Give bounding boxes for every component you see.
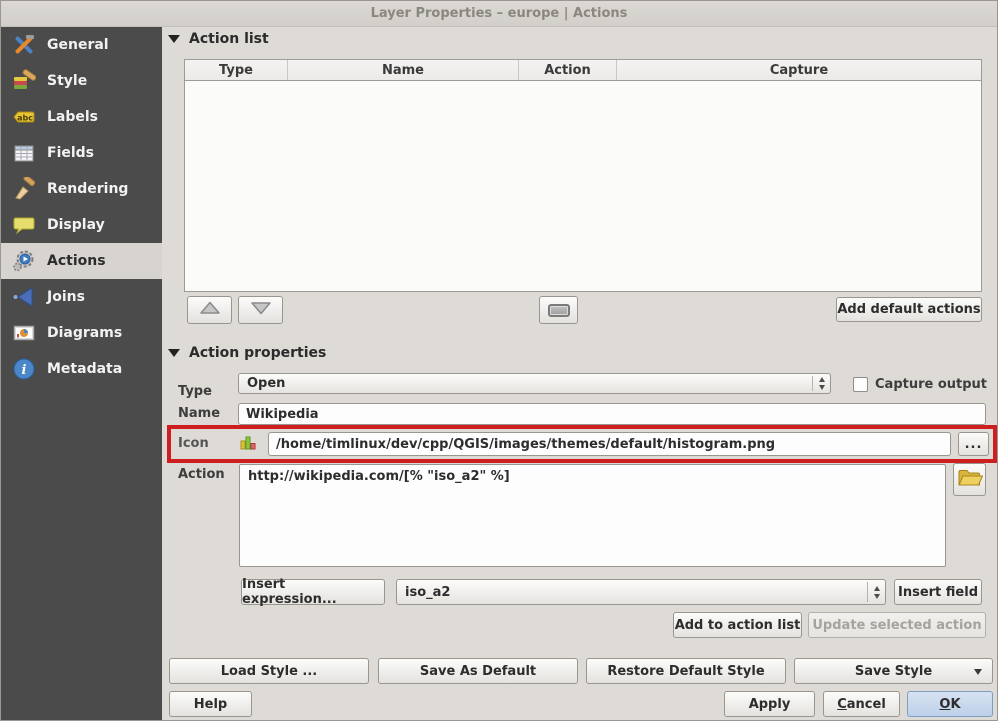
sidebar-item-style[interactable]: Style bbox=[1, 63, 162, 99]
insert-expression-button[interactable]: Insert expression... bbox=[241, 579, 385, 605]
sidebar-item-label: Style bbox=[47, 73, 87, 89]
action-list-section-header[interactable]: Action list bbox=[168, 31, 269, 47]
properties-sidebar: General Style abc Labels Fields Renderin… bbox=[1, 27, 162, 720]
action-list-table[interactable]: Type Name Action Capture bbox=[184, 59, 982, 292]
dropdown-arrow-icon bbox=[974, 669, 982, 675]
column-header-type[interactable]: Type bbox=[185, 60, 287, 80]
sidebar-item-diagrams[interactable]: Diagrams bbox=[1, 315, 162, 351]
restore-default-style-button[interactable]: Restore Default Style bbox=[586, 658, 786, 684]
action-name-input[interactable] bbox=[238, 403, 986, 425]
action-table-header-row: Type Name Action Capture bbox=[185, 60, 981, 81]
action-properties-section-header[interactable]: Action properties bbox=[168, 345, 326, 361]
up-triangle-icon bbox=[199, 301, 221, 319]
ok-label: OK bbox=[939, 697, 960, 712]
add-default-actions-button[interactable]: Add default actions bbox=[836, 297, 982, 322]
open-folder-icon bbox=[957, 467, 983, 493]
sidebar-item-actions[interactable]: Actions bbox=[1, 243, 162, 279]
sidebar-item-label: Rendering bbox=[47, 181, 128, 197]
svg-text:i: i bbox=[22, 363, 27, 378]
rendering-brush-icon bbox=[12, 177, 36, 201]
style-paintbrush-icon bbox=[12, 69, 36, 93]
insert-field-button[interactable]: Insert field bbox=[894, 579, 982, 605]
apply-button[interactable]: Apply bbox=[724, 691, 815, 717]
name-label: Name bbox=[178, 406, 220, 421]
sidebar-item-label: Labels bbox=[47, 109, 98, 125]
save-as-default-button[interactable]: Save As Default bbox=[378, 658, 578, 684]
capture-output-checkbox[interactable] bbox=[853, 377, 868, 392]
icon-path-input[interactable] bbox=[268, 432, 951, 456]
layer-properties-dialog: Layer Properties – europe | Actions Gene… bbox=[0, 0, 998, 721]
sidebar-item-label: Diagrams bbox=[47, 325, 122, 341]
save-style-button[interactable]: Save Style bbox=[794, 658, 993, 684]
update-selected-action-button[interactable]: Update selected action bbox=[808, 612, 986, 638]
cancel-label: Cancel bbox=[837, 697, 886, 712]
collapse-arrow-icon bbox=[168, 35, 180, 43]
action-type-dropdown[interactable]: Open bbox=[238, 373, 831, 394]
section-title: Action properties bbox=[189, 345, 326, 361]
sidebar-item-fields[interactable]: Fields bbox=[1, 135, 162, 171]
ok-button[interactable]: OK bbox=[907, 691, 993, 717]
sidebar-item-label: Metadata bbox=[47, 361, 122, 377]
type-label: Type bbox=[178, 384, 212, 399]
sidebar-item-rendering[interactable]: Rendering bbox=[1, 171, 162, 207]
sidebar-item-joins[interactable]: Joins bbox=[1, 279, 162, 315]
sidebar-item-label: Actions bbox=[47, 253, 106, 269]
remove-action-button[interactable] bbox=[539, 296, 578, 324]
column-header-name[interactable]: Name bbox=[287, 60, 518, 80]
sidebar-item-display[interactable]: Display bbox=[1, 207, 162, 243]
sidebar-item-label: Display bbox=[47, 217, 105, 233]
down-triangle-icon bbox=[250, 301, 272, 319]
selected-type-value: Open bbox=[247, 376, 285, 391]
sidebar-item-metadata[interactable]: i Metadata bbox=[1, 351, 162, 387]
diagrams-chart-icon bbox=[12, 321, 36, 345]
spinner-arrows-icon[interactable] bbox=[867, 582, 885, 602]
sidebar-item-label: Fields bbox=[47, 145, 94, 161]
browse-action-file-button[interactable] bbox=[953, 463, 986, 496]
save-style-label: Save Style bbox=[855, 664, 932, 679]
display-bubble-icon bbox=[12, 213, 36, 237]
add-to-action-list-button[interactable]: Add to action list bbox=[673, 612, 802, 638]
section-title: Action list bbox=[189, 31, 269, 47]
histogram-bars-icon bbox=[240, 434, 258, 455]
action-label: Action bbox=[178, 467, 225, 482]
collapse-arrow-icon bbox=[168, 349, 180, 357]
capture-output-label: Capture output bbox=[875, 377, 987, 392]
help-button[interactable]: Help bbox=[169, 691, 252, 717]
sidebar-item-general[interactable]: General bbox=[1, 27, 162, 63]
window-titlebar[interactable]: Layer Properties – europe | Actions bbox=[1, 1, 997, 27]
column-header-action[interactable]: Action bbox=[518, 60, 616, 80]
metadata-info-icon: i bbox=[12, 357, 36, 381]
selected-field-value: iso_a2 bbox=[405, 585, 450, 600]
move-up-button[interactable] bbox=[187, 296, 232, 324]
svg-text:abc: abc bbox=[17, 114, 33, 123]
labels-abc-icon: abc bbox=[12, 105, 36, 129]
browse-icon-button[interactable]: ... bbox=[958, 432, 989, 456]
action-text-area[interactable]: http://wikipedia.com/[% "iso_a2" %] bbox=[239, 464, 946, 567]
sidebar-item-labels[interactable]: abc Labels bbox=[1, 99, 162, 135]
remove-slot-icon bbox=[548, 304, 570, 317]
joins-icon bbox=[12, 285, 36, 309]
window-title: Layer Properties – europe | Actions bbox=[371, 6, 628, 21]
fields-table-icon bbox=[12, 141, 36, 165]
general-tools-icon bbox=[12, 33, 36, 57]
field-dropdown[interactable]: iso_a2 bbox=[396, 579, 886, 605]
move-down-button[interactable] bbox=[238, 296, 283, 324]
sidebar-item-label: Joins bbox=[47, 289, 85, 305]
column-header-capture[interactable]: Capture bbox=[616, 60, 981, 80]
icon-label: Icon bbox=[178, 436, 209, 451]
sidebar-item-label: General bbox=[47, 37, 109, 53]
cancel-button[interactable]: Cancel bbox=[823, 691, 900, 717]
actions-gear-icon bbox=[12, 249, 36, 273]
spinner-arrows-icon[interactable] bbox=[812, 376, 830, 391]
load-style-button[interactable]: Load Style ... bbox=[169, 658, 369, 684]
